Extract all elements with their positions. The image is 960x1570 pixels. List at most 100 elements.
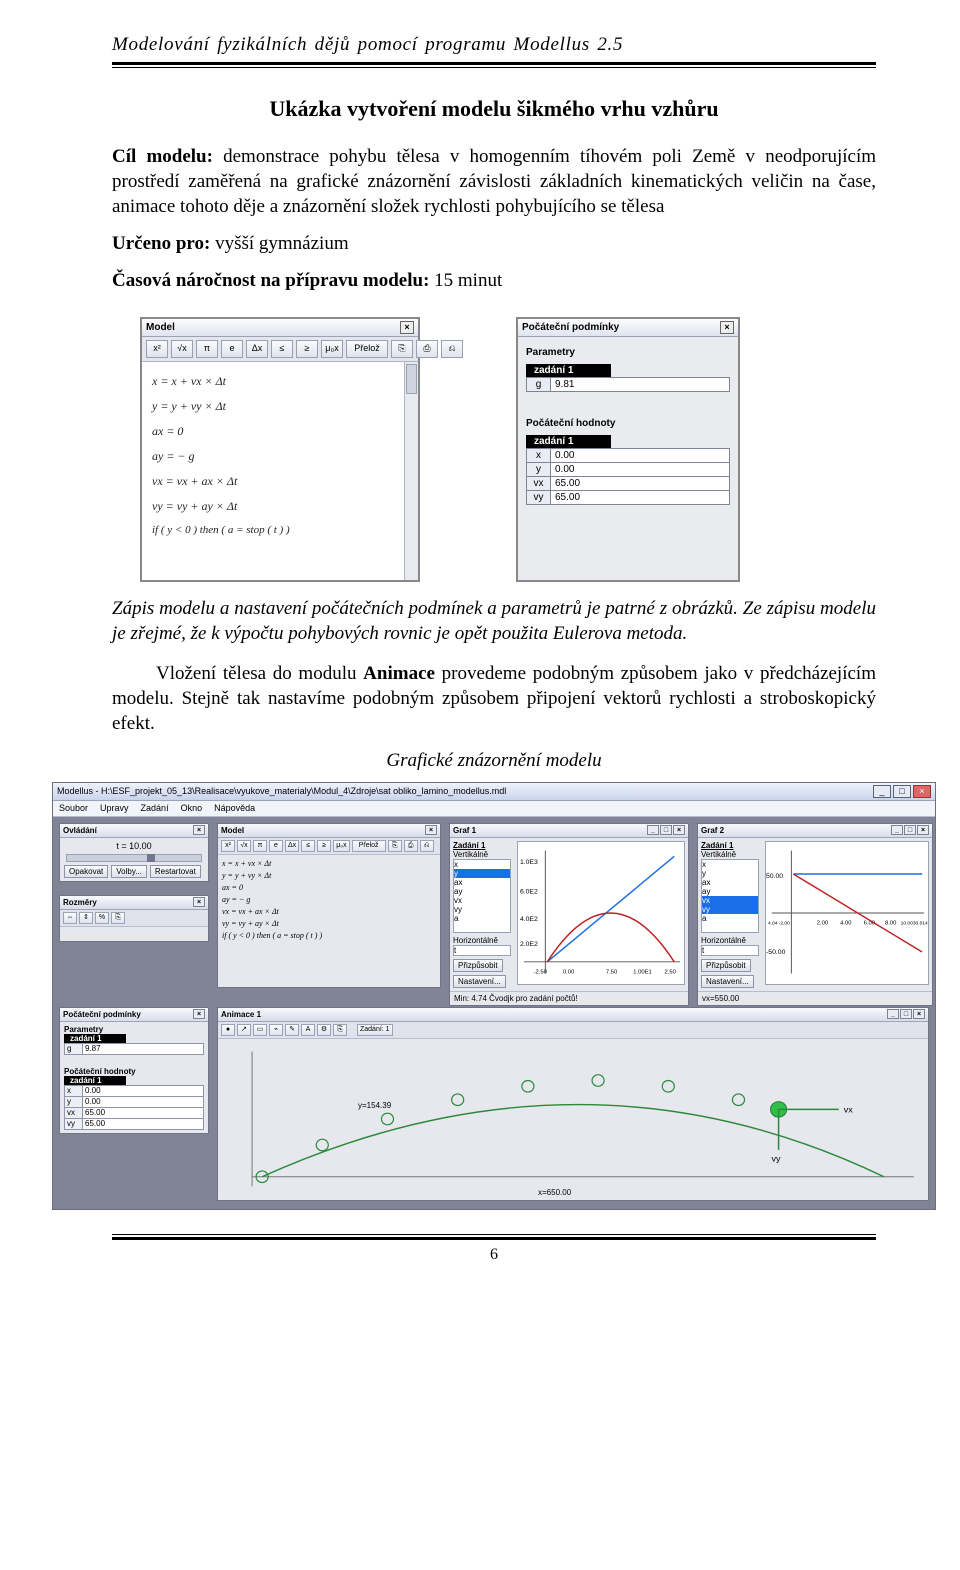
cond-tab-1[interactable]: zadání 1: [526, 364, 611, 377]
cond-tab-2[interactable]: zadání 1: [526, 435, 611, 448]
list-item[interactable]: vy: [702, 905, 758, 914]
minimize-icon[interactable]: _: [647, 825, 659, 835]
initcond-tab[interactable]: zadání 1: [64, 1034, 126, 1043]
graf1-hvar[interactable]: t: [453, 945, 511, 956]
list-item[interactable]: ax: [454, 878, 510, 887]
menu-item[interactable]: Nápověda: [214, 803, 255, 813]
tool-btn[interactable]: ↗: [237, 1024, 251, 1036]
tool-btn[interactable]: ●: [221, 1024, 235, 1036]
list-item[interactable]: y: [454, 869, 510, 878]
tool-delta[interactable]: Δx: [246, 340, 268, 358]
tool-pct[interactable]: %: [95, 912, 109, 924]
minimize-icon[interactable]: _: [891, 825, 903, 835]
tool-btn[interactable]: x²: [221, 840, 235, 852]
tool-ge[interactable]: ≥: [296, 340, 318, 358]
maximize-icon[interactable]: □: [660, 825, 672, 835]
close-icon[interactable]: ×: [193, 897, 205, 907]
close-icon[interactable]: ×: [673, 825, 685, 835]
tool-btn[interactable]: ≥: [317, 840, 331, 852]
tool-translate[interactable]: Přelož: [346, 340, 388, 358]
time-slider[interactable]: [66, 854, 202, 862]
list-item[interactable]: x: [454, 860, 510, 869]
btn-restart[interactable]: Restartovat: [150, 865, 201, 878]
btn-options[interactable]: Volby...: [111, 865, 147, 878]
tool-btn[interactable]: e: [269, 840, 283, 852]
close-icon[interactable]: ×: [400, 321, 414, 334]
tool-btn[interactable]: μ₀x: [333, 840, 349, 852]
graf1-varlist[interactable]: x y ax ay vx vy a: [453, 859, 511, 933]
panel-initcond: Počáteční podmínky× Parametry zadání 1 g…: [59, 1007, 209, 1134]
close-icon[interactable]: ×: [913, 785, 931, 798]
btn-settings[interactable]: Nastavení...: [453, 975, 506, 988]
btn-repeat[interactable]: Opakovat: [64, 865, 108, 878]
tool-mu0[interactable]: μ₀x: [321, 340, 343, 358]
minimize-icon[interactable]: _: [873, 785, 891, 798]
app-titlebar[interactable]: Modellus - H:\ESF_projekt_05_13\Realisac…: [53, 783, 935, 801]
menu-item[interactable]: Upravy: [100, 803, 129, 813]
eq: ax = 0: [222, 882, 436, 894]
tool-btn[interactable]: ▭: [253, 1024, 267, 1036]
tool-btn[interactable]: ≤: [301, 840, 315, 852]
graf2-varlist[interactable]: x y ax ay vx vy a: [701, 859, 759, 933]
scrollbar[interactable]: [404, 362, 418, 580]
graf2-hvar[interactable]: t: [701, 945, 759, 956]
param-value[interactable]: 9.81: [551, 378, 730, 392]
initcond-tab2[interactable]: zadání 1: [64, 1076, 126, 1085]
list-item[interactable]: x: [702, 860, 758, 869]
close-icon[interactable]: ×: [913, 1009, 925, 1019]
btn-fit[interactable]: Přizpůsobit: [453, 959, 503, 972]
list-item[interactable]: vy: [454, 905, 510, 914]
tool-copy[interactable]: ⎘: [391, 340, 413, 358]
tool-copy[interactable]: ⎘: [111, 912, 125, 924]
tool-btn[interactable]: ⚙: [317, 1024, 331, 1036]
tool-btn[interactable]: ⎘: [333, 1024, 347, 1036]
list-item[interactable]: ay: [454, 887, 510, 896]
list-item[interactable]: a: [454, 914, 510, 923]
maximize-icon[interactable]: □: [893, 785, 911, 798]
menu-item[interactable]: Soubor: [59, 803, 88, 813]
tool-btn[interactable]: ✎: [285, 1024, 299, 1036]
menu-item[interactable]: Zadání: [141, 803, 169, 813]
window-cond-titlebar[interactable]: Počáteční podmínky ×: [518, 319, 738, 337]
tool-btn[interactable]: A: [301, 1024, 315, 1036]
tool-square[interactable]: x²: [146, 340, 168, 358]
tool-btn[interactable]: ⎙: [404, 840, 418, 852]
close-icon[interactable]: ×: [425, 825, 437, 835]
window-model-titlebar[interactable]: Model ×: [142, 319, 418, 337]
close-icon[interactable]: ×: [193, 1009, 205, 1019]
close-icon[interactable]: ×: [193, 825, 205, 835]
tool-paste[interactable]: ⎙: [416, 340, 438, 358]
tool-sqrt[interactable]: √x: [171, 340, 193, 358]
tool-erase[interactable]: ⎌: [441, 340, 463, 358]
list-item[interactable]: y: [702, 869, 758, 878]
tool-e[interactable]: e: [221, 340, 243, 358]
tool-h[interactable]: ⇔: [63, 912, 77, 924]
panel-title: Počáteční podmínky: [63, 1010, 141, 1019]
list-item[interactable]: ay: [702, 887, 758, 896]
tool-btn[interactable]: π: [253, 840, 267, 852]
menu-item[interactable]: Okno: [181, 803, 203, 813]
btn-settings[interactable]: Nastavení...: [701, 975, 754, 988]
minimize-icon[interactable]: _: [887, 1009, 899, 1019]
close-icon[interactable]: ×: [720, 321, 734, 334]
list-item[interactable]: ax: [702, 878, 758, 887]
animace-canvas[interactable]: vx vy y=154.39 x=650.00: [218, 1039, 928, 1199]
tool-btn[interactable]: Δx: [285, 840, 299, 852]
list-item[interactable]: a: [702, 914, 758, 923]
tool-btn[interactable]: ⌁: [269, 1024, 283, 1036]
app-workspace: Ovládání× t = 10.00 Opakovat Volby... Re…: [53, 817, 935, 1209]
graf2-horiz-label: Horizontálně: [701, 936, 759, 945]
list-item[interactable]: vx: [454, 896, 510, 905]
btn-fit[interactable]: Přizpůsobit: [701, 959, 751, 972]
tool-pi[interactable]: π: [196, 340, 218, 358]
tool-btn[interactable]: ⎌: [420, 840, 434, 852]
maximize-icon[interactable]: □: [900, 1009, 912, 1019]
list-item[interactable]: vx: [702, 896, 758, 905]
tool-v[interactable]: ⇕: [79, 912, 93, 924]
close-icon[interactable]: ×: [917, 825, 929, 835]
tool-btn[interactable]: ⎘: [388, 840, 402, 852]
tool-translate[interactable]: Přelož: [352, 840, 386, 852]
tool-btn[interactable]: √x: [237, 840, 251, 852]
tool-le[interactable]: ≤: [271, 340, 293, 358]
maximize-icon[interactable]: □: [904, 825, 916, 835]
